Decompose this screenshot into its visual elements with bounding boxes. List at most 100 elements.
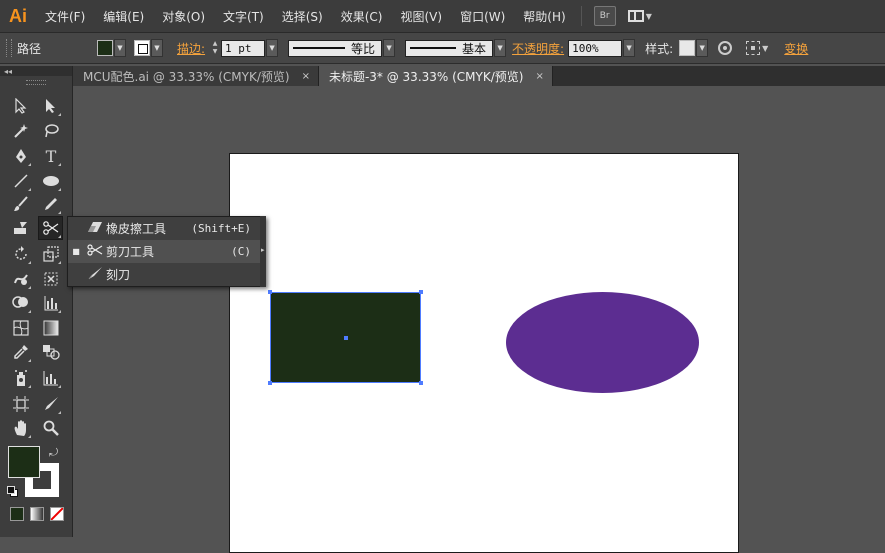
selection-bullet: ■ [72,247,80,256]
document-tab-bar: MCU配色.ai @ 33.33% (CMYK/预览) × 未标题-3* @ 3… [73,66,885,86]
control-bar: 路径 ▼ ▼ 描边: ▲ ▼ 1 pt ▼ 等比 ▼ 基本 ▼ 不透明度: 100… [0,33,885,64]
mesh-tool[interactable] [10,317,32,339]
line-segment-tool[interactable] [10,170,32,192]
menu-window[interactable]: 窗口(W) [451,8,514,25]
free-transform-tool[interactable] [40,268,62,290]
zoom-tool[interactable] [40,417,62,439]
tools-panel-collapse[interactable]: ◂◂ [0,66,72,76]
tab-untitled-3[interactable]: 未标题-3* @ 33.33% (CMYK/预览) × [318,66,553,86]
eyedropper-tool[interactable] [10,341,32,363]
tab-mcu-document[interactable]: MCU配色.ai @ 33.33% (CMYK/预览) × [73,66,319,86]
stroke-weight-field[interactable]: 1 pt [221,39,266,57]
opacity-field[interactable]: 100% [568,39,623,57]
close-icon[interactable]: × [302,71,310,82]
flyout-item-label: 刻刀 [106,268,131,282]
menu-edit[interactable]: 编辑(E) [94,8,153,25]
color-mode-button[interactable] [10,507,24,521]
ellipse-shape[interactable] [506,292,699,393]
pencil-tool[interactable] [40,193,62,215]
flyout-tearoff-strip[interactable]: ▸ [260,216,266,287]
fill-color-swatch[interactable] [8,446,40,478]
chevron-down-icon: ▼ [696,39,709,57]
opacity-panel-link[interactable]: 不透明度: [512,40,564,57]
column-graph-tool[interactable] [40,292,62,314]
menu-select[interactable]: 选择(S) [273,8,332,25]
slice-tool[interactable] [40,393,62,415]
transform-panel-link[interactable]: 变换 [784,40,808,57]
menu-separator [580,6,582,26]
gradient-tool[interactable] [40,317,62,339]
menu-view[interactable]: 视图(V) [391,8,451,25]
selection-handle[interactable] [419,381,423,385]
selection-handle[interactable] [268,290,272,294]
pen-tool[interactable] [10,145,32,167]
brush-definition-dropdown[interactable]: 基本 [405,39,494,57]
flyout-item-label: 剪刀工具 [106,245,155,259]
swap-fill-stroke-icon[interactable]: ⤾ [49,446,58,460]
scissors-tool[interactable] [38,216,63,240]
shape-builder-tool[interactable] [10,292,32,314]
flyout-item-scissors[interactable]: ■ 剪刀工具 (C) [68,240,265,263]
flyout-item-shortcut: (C) [231,245,251,258]
opacity-dropdown[interactable]: ▼ [623,39,636,57]
align-to-icon[interactable] [746,41,761,55]
lasso-tool[interactable] [40,120,62,142]
selection-handle[interactable] [268,381,272,385]
symbol-sprayer-tool[interactable] [10,367,32,389]
stroke-weight-stepper[interactable]: ▲ ▼ [209,39,221,57]
menu-type[interactable]: 文字(T) [214,8,273,25]
chevron-down-icon[interactable]: ▼ [494,39,507,57]
app-logo: Ai [9,5,27,26]
stroke-profile-dropdown[interactable]: 等比 [288,39,383,57]
hand-tool[interactable] [10,417,32,439]
close-icon[interactable]: × [535,71,543,82]
graphic-style-swatch [679,40,696,56]
tools-panel-grip[interactable] [0,76,72,88]
fill-color-dropdown[interactable]: ▼ [97,39,126,57]
stroke-color-dropdown[interactable]: ▼ [134,39,163,57]
ellipse-tool[interactable] [40,170,62,192]
recolor-artwork-icon[interactable] [718,41,733,55]
type-tool[interactable]: T [40,145,62,167]
center-point [344,336,348,340]
rotate-tool[interactable] [10,243,32,265]
scale-tool[interactable] [40,243,62,265]
menu-effect[interactable]: 效果(C) [332,8,392,25]
stroke-weight-dropdown[interactable]: ▼ [266,39,279,57]
arrange-documents-button[interactable]: ▼ [627,10,652,22]
bar-graph-tool[interactable] [40,367,62,389]
default-fill-stroke-icon[interactable] [7,486,18,497]
flyout-item-eraser[interactable]: 橡皮擦工具 (Shift+E) [68,217,265,240]
chevron-down-icon[interactable]: ▼ [762,44,768,53]
menu-help[interactable]: 帮助(H) [514,8,574,25]
fill-swatch [97,40,113,56]
artboard-tool[interactable] [10,393,32,415]
stroke-profile-label: 等比 [351,41,376,56]
direct-selection-tool[interactable] [40,95,62,117]
menu-file[interactable]: 文件(F) [36,8,94,25]
selection-tool[interactable] [10,95,32,117]
flyout-item-knife[interactable]: 刻刀 [68,263,265,286]
tab-label: MCU配色.ai @ 33.33% (CMYK/预览) [83,69,290,84]
tool-flyout-menu: 橡皮擦工具 (Shift+E) ■ 剪刀工具 (C) 刻刀 [67,216,266,287]
blend-tool[interactable] [40,341,62,363]
control-bar-grip[interactable] [6,39,12,57]
none-mode-button[interactable] [50,507,64,521]
paintbrush-tool[interactable] [10,193,32,215]
warp-tool[interactable] [10,268,32,290]
flyout-item-label: 橡皮擦工具 [106,222,167,236]
graphic-style-dropdown[interactable]: ▼ [679,39,709,57]
selection-handle[interactable] [419,290,423,294]
chevron-down-icon: ▼ [151,39,163,57]
magic-wand-tool[interactable] [10,120,32,142]
chevron-down-icon: ▼ [114,39,126,57]
flyout-item-shortcut: (Shift+E) [191,222,251,235]
arrange-documents-icon [627,10,644,22]
chevron-down-icon[interactable]: ▼ [383,39,396,57]
bridge-button[interactable]: Br [593,6,616,26]
blob-brush-tool[interactable] [10,217,32,239]
menu-object[interactable]: 对象(O) [153,8,214,25]
gradient-mode-button[interactable] [30,507,44,521]
stroke-panel-link[interactable]: 描边: [177,40,205,57]
scissors-icon [84,243,106,260]
